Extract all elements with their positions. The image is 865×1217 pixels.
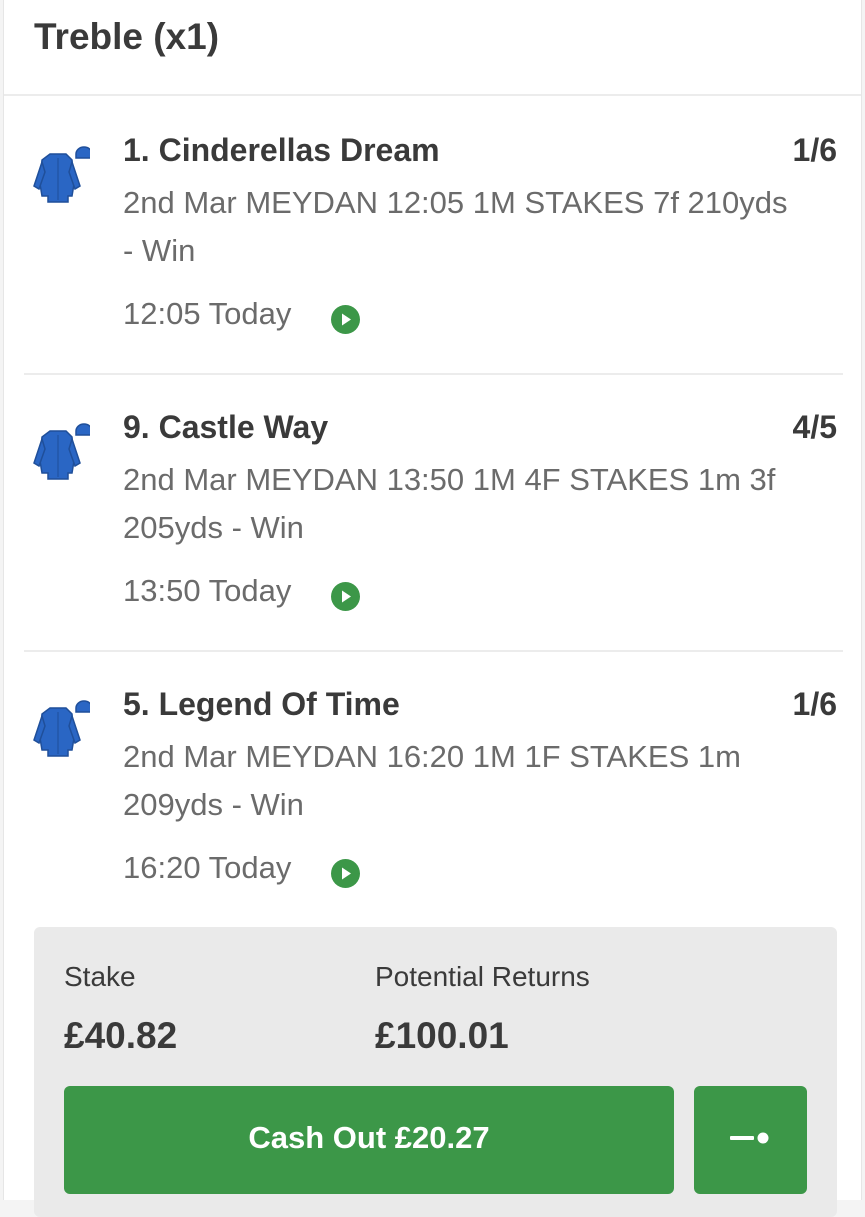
race-time: 13:50 Today: [123, 573, 292, 608]
race-description: 2nd Mar MEYDAN 13:50 1M 4F STAKES 1m 3f …: [123, 462, 776, 545]
runner-name: 1. Cinderellas Dream: [123, 132, 440, 168]
race-description: 2nd Mar MEYDAN 12:05 1M STAKES 7f 210yds…: [123, 185, 788, 268]
runner-odds: 4/5: [792, 409, 837, 445]
race-time: 12:05 Today: [123, 296, 292, 331]
bet-card: Treble (x1) 1. Cinderellas Dream 1/6 2nd…: [3, 0, 862, 1217]
stake-label: Stake: [64, 961, 136, 992]
runner-name: 9. Castle Way: [123, 409, 329, 445]
runner-name: 5. Legend Of Time: [123, 686, 400, 722]
race-description: 2nd Mar MEYDAN 16:20 1M 1F STAKES 1m 209…: [123, 739, 741, 822]
stake-value: £40.82: [64, 1015, 178, 1056]
runner-odds: 1/6: [792, 132, 837, 168]
cash-out-button[interactable]: Cash Out £20.27: [64, 1086, 674, 1194]
live-stream-play-icon[interactable]: [331, 305, 360, 334]
jockey-silk-icon: [33, 146, 90, 203]
bet-header: Treble (x1): [4, 0, 861, 96]
live-stream-play-icon[interactable]: [331, 582, 360, 611]
selection-row: 5. Legend Of Time 1/6 2nd Mar MEYDAN 16:…: [24, 652, 843, 929]
runner-odds: 1/6: [792, 686, 837, 722]
partial-cashout-slider-icon: [730, 1132, 769, 1144]
potential-returns-label: Potential Returns: [375, 961, 590, 992]
selection-row: 9. Castle Way 4/5 2nd Mar MEYDAN 13:50 1…: [24, 375, 843, 652]
cash-out-label: Cash Out £20.27: [248, 1120, 490, 1155]
jockey-silk-icon: [33, 700, 90, 757]
live-stream-play-icon[interactable]: [331, 859, 360, 888]
bet-type-title: Treble (x1): [34, 16, 220, 57]
jockey-silk-icon: [33, 423, 90, 480]
race-time: 16:20 Today: [123, 850, 292, 885]
potential-returns-value: £100.01: [375, 1015, 509, 1056]
partial-cashout-button[interactable]: [694, 1086, 807, 1194]
selection-row: 1. Cinderellas Dream 1/6 2nd Mar MEYDAN …: [24, 98, 843, 375]
bet-summary-panel: Stake £40.82 Potential Returns £100.01 C…: [34, 927, 837, 1217]
